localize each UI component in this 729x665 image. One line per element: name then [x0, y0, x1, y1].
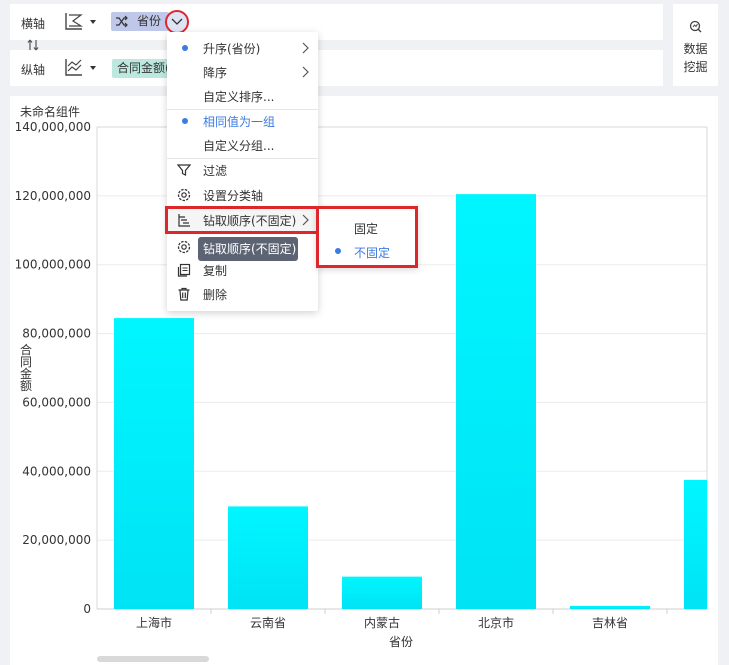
- menu-item-label: 钻取顺序(不固定): [203, 214, 297, 228]
- x-tick-label: 云南省: [250, 615, 286, 630]
- chevron-right-icon: [302, 66, 309, 78]
- data-mining-label-2: 挖掘: [683, 60, 708, 74]
- bar: [114, 318, 194, 609]
- menu-item-sort-descending[interactable]: 降序: [167, 60, 318, 84]
- field-dropdown-button[interactable]: [165, 10, 189, 34]
- x-axis-field-label: 省份: [137, 14, 162, 28]
- bar: [228, 506, 308, 609]
- menu-item-custom-sort[interactable]: 自定义排序...: [167, 84, 318, 108]
- menu-item-group-same-values[interactable]: 相同值为一组: [167, 109, 318, 133]
- bar-chart: 0 20,000,000 40,000,000 60,000,000 80,000,00…: [15, 120, 708, 649]
- chevron-right-icon: [302, 42, 309, 54]
- x-axis-title: 省份: [389, 635, 413, 649]
- x-axis-field-pill[interactable]: 省份: [111, 12, 169, 31]
- data-mining-label-1: 数据: [683, 42, 708, 56]
- menu-item-sort-ascending[interactable]: 升序(省份): [167, 36, 318, 60]
- submenu-item-fixed[interactable]: 固定: [319, 216, 415, 238]
- y-tick-label: 80,000,000: [22, 327, 91, 341]
- x-axis-row: 横轴: [10, 4, 663, 40]
- chevron-right-icon: [302, 214, 309, 226]
- menu-item-set-category-axis[interactable]: 设置分类轴: [167, 183, 318, 207]
- menu-item-filter[interactable]: 过滤: [167, 158, 318, 182]
- y-tick-label: 40,000,000: [22, 464, 91, 478]
- menu-item-copy[interactable]: 复制: [167, 258, 318, 282]
- gear-icon: [177, 240, 191, 254]
- chevron-down-icon: [90, 66, 96, 70]
- submenu-item-label: 固定: [354, 222, 379, 236]
- chevron-down-icon: [171, 18, 183, 25]
- y-axis-label: 纵轴: [21, 63, 46, 77]
- bar: [342, 576, 422, 609]
- y-axis-title: 合同金额: [20, 342, 32, 393]
- y-axis-chart-type-button[interactable]: [64, 57, 98, 79]
- y-tick-label: 0: [83, 602, 91, 616]
- menu-item-label: 降序: [203, 66, 228, 80]
- drill-icon: [178, 214, 190, 227]
- x-tick-label: 内蒙古: [364, 615, 400, 630]
- menu-item-label: 相同值为一组: [203, 115, 276, 129]
- y-tick-label: 20,000,000: [22, 533, 91, 547]
- trash-icon: [178, 287, 190, 301]
- menu-item-label: 复制: [203, 264, 228, 278]
- drill-order-submenu: 固定 不固定: [316, 206, 418, 268]
- x-tick-label: 北京市: [478, 615, 514, 630]
- field-dropdown-menu: 升序(省份) 降序 自定义排序... 相同值为一组 自定义分组... 过滤 设置…: [165, 32, 320, 311]
- selected-dot-icon: [182, 118, 188, 124]
- drill-order-tooltip: 钻取顺序(不固定): [198, 237, 298, 261]
- y-axis-row: 纵轴: [10, 50, 663, 86]
- menu-item-label: 过滤: [203, 164, 228, 178]
- y-axis-field-label: 合同金额(: [117, 61, 170, 75]
- menu-item-label: 自定义排序...: [203, 90, 275, 104]
- x-tick-label: 吉林省: [592, 616, 628, 630]
- submenu-item-not-fixed[interactable]: 不固定: [319, 240, 415, 262]
- x-axis-chart-type-button[interactable]: [64, 11, 98, 33]
- selected-dot-icon: [335, 248, 341, 254]
- data-mining-button[interactable]: 数据 挖掘: [673, 4, 718, 86]
- submenu-item-label: 不固定: [354, 246, 391, 260]
- menu-item-drill-order[interactable]: 钻取顺序(不固定): [165, 206, 320, 234]
- gear-icon: [177, 188, 191, 202]
- x-tick-label: 上海市: [136, 615, 172, 630]
- copy-icon: [177, 263, 191, 277]
- menu-item-label: 删除: [203, 288, 228, 302]
- menu-item-label: 升序(省份): [203, 42, 261, 56]
- filter-icon: [177, 164, 191, 176]
- menu-item-delete[interactable]: 删除: [167, 282, 318, 306]
- bar: [684, 479, 707, 609]
- menu-item-custom-group[interactable]: 自定义分组...: [167, 133, 318, 157]
- y-tick-label: 100,000,000: [15, 258, 91, 272]
- chevron-down-icon: [90, 20, 96, 24]
- y-tick-label: 140,000,000: [15, 120, 91, 134]
- chart-panel: 未命名组件 0 20,000,000 40,000,000 60,000,000 80,…: [10, 96, 718, 665]
- horizontal-scrollbar[interactable]: [97, 656, 209, 662]
- bar-chart-type-icon: [65, 13, 84, 30]
- data-mining-icon: [689, 20, 702, 33]
- swap-axes-icon[interactable]: [27, 39, 39, 51]
- menu-item-label: 自定义分组...: [203, 139, 275, 153]
- bar: [570, 605, 650, 609]
- y-tick-label: 60,000,000: [22, 395, 91, 409]
- x-axis-label: 横轴: [21, 17, 46, 31]
- y-axis-field-pill[interactable]: 合同金额(: [112, 59, 172, 78]
- bar: [456, 194, 536, 609]
- selected-dot-icon: [182, 45, 188, 51]
- y-tick-label: 120,000,000: [15, 189, 91, 203]
- line-chart-type-icon: [65, 59, 82, 76]
- menu-item-label: 设置分类轴: [203, 189, 264, 203]
- shuffle-icon: [116, 15, 128, 28]
